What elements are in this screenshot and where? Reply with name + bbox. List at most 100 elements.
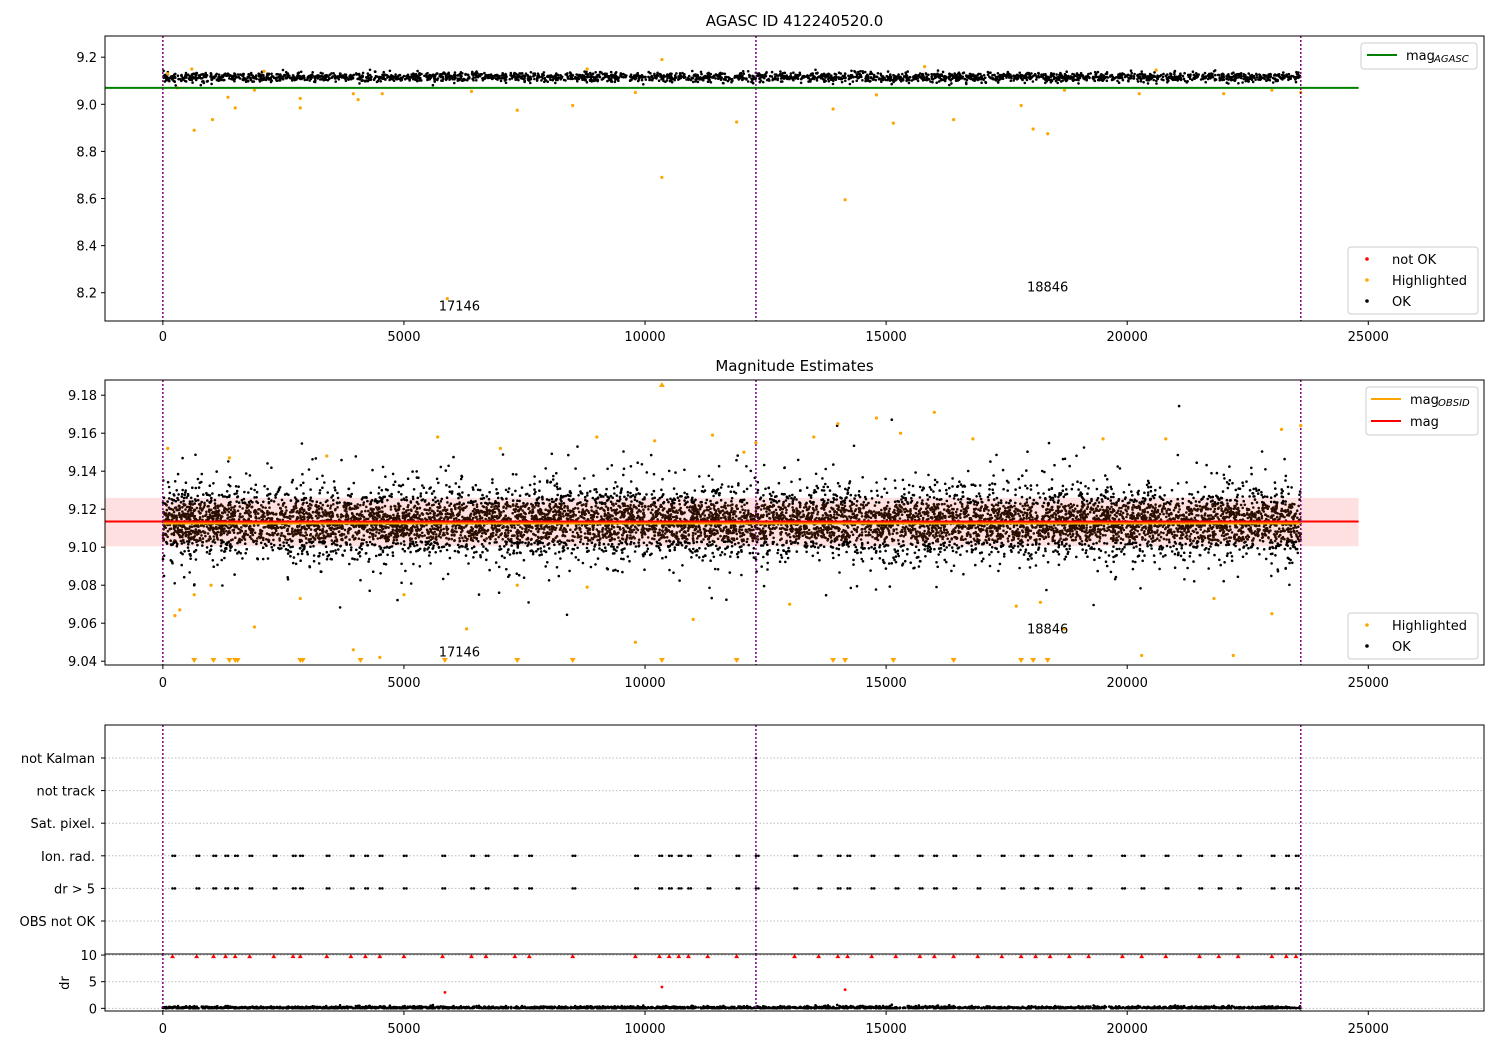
panel-1-ytick-label: 9.2 [76, 51, 97, 66]
ok-point [745, 77, 748, 80]
ok-point [704, 74, 707, 78]
ok-point [811, 72, 814, 75]
ok-point [221, 75, 225, 79]
ok-point [359, 77, 362, 80]
ok-point [649, 72, 652, 75]
ok-point [445, 483, 448, 487]
ok-point [606, 467, 609, 471]
ok-point [453, 71, 457, 74]
ok-point [961, 75, 965, 79]
ok-point [1026, 73, 1030, 76]
ok-point [490, 74, 493, 78]
ok-point [194, 486, 198, 490]
ok-point [425, 512, 429, 515]
ok-point [735, 532, 739, 536]
ok-point [166, 529, 170, 533]
ok-point [180, 74, 183, 77]
ok-point [447, 76, 450, 79]
ok-point [1249, 77, 1252, 81]
ok-point [429, 76, 433, 80]
ok-point [441, 76, 445, 79]
ok-point [996, 72, 1000, 75]
ok-point [951, 485, 954, 488]
ok-point [811, 554, 815, 558]
ok-point [227, 460, 230, 463]
ok-point [1116, 79, 1119, 83]
ok-point [1037, 491, 1040, 495]
highlighted-point [571, 103, 575, 108]
ok-point [374, 74, 378, 78]
ok-point [943, 76, 947, 79]
ok-point [422, 486, 426, 490]
highlighted-point [1046, 132, 1050, 136]
ok-point [986, 495, 990, 499]
ok-point [727, 76, 730, 79]
ok-point [1214, 73, 1217, 77]
ok-point [1031, 80, 1035, 83]
ok-point [781, 80, 784, 83]
ok-point [249, 78, 253, 82]
ok-point [210, 73, 213, 77]
ok-point [809, 496, 813, 499]
ok-point [711, 551, 714, 555]
ok-point [1206, 514, 1210, 517]
ok-point [1294, 80, 1298, 84]
ok-point [429, 562, 432, 565]
ok-point [699, 531, 703, 534]
ok-point [604, 75, 607, 79]
ok-point [629, 542, 632, 546]
ok-point [1282, 76, 1286, 80]
ok-point [849, 586, 853, 590]
ok-point [940, 73, 943, 76]
ok-point [931, 78, 935, 81]
ok-point [726, 79, 730, 83]
ok-point [1269, 496, 1273, 500]
ok-point [958, 73, 962, 76]
highlighted-point [262, 69, 266, 73]
ok-point [214, 73, 218, 77]
ok-point [1190, 493, 1194, 496]
ok-point [1155, 82, 1158, 85]
panel-1-xtick-label: 20000 [1107, 330, 1148, 345]
ok-point [1222, 78, 1226, 81]
ok-point [860, 531, 864, 534]
ok-point [1095, 514, 1098, 518]
ok-point [289, 554, 292, 558]
ok-point [358, 73, 361, 76]
ok-point [1209, 514, 1213, 517]
ok-point [672, 487, 676, 490]
ok-point [368, 68, 372, 72]
ok-point [683, 75, 687, 79]
ok-point [260, 73, 264, 77]
ok-point [439, 500, 443, 503]
ok-point [918, 72, 922, 75]
ok-point [494, 533, 498, 536]
ok-point [243, 490, 246, 494]
ok-point [742, 490, 746, 493]
ok-point [938, 76, 941, 79]
ok-point [654, 75, 657, 79]
ok-point [1081, 548, 1084, 551]
ok-point [336, 75, 340, 78]
ok-point [368, 589, 372, 593]
ok-point [1266, 78, 1270, 82]
ok-point [1087, 75, 1090, 78]
ok-point [832, 79, 835, 82]
ok-point [583, 477, 586, 480]
ok-point [1286, 76, 1290, 79]
ok-point [968, 72, 972, 76]
ok-point [1263, 76, 1266, 80]
ok-point [1120, 76, 1124, 80]
ok-point [418, 73, 422, 77]
ok-point [868, 72, 872, 76]
ok-point [768, 517, 772, 520]
ok-point [761, 80, 765, 84]
ok-point [1038, 529, 1041, 532]
ok-point [719, 71, 722, 75]
ok-point [1009, 79, 1013, 83]
ok-point [1086, 492, 1089, 496]
ok-point [540, 75, 544, 78]
ok-point [644, 75, 647, 79]
ok-point [717, 75, 720, 79]
ok-point [480, 502, 483, 505]
